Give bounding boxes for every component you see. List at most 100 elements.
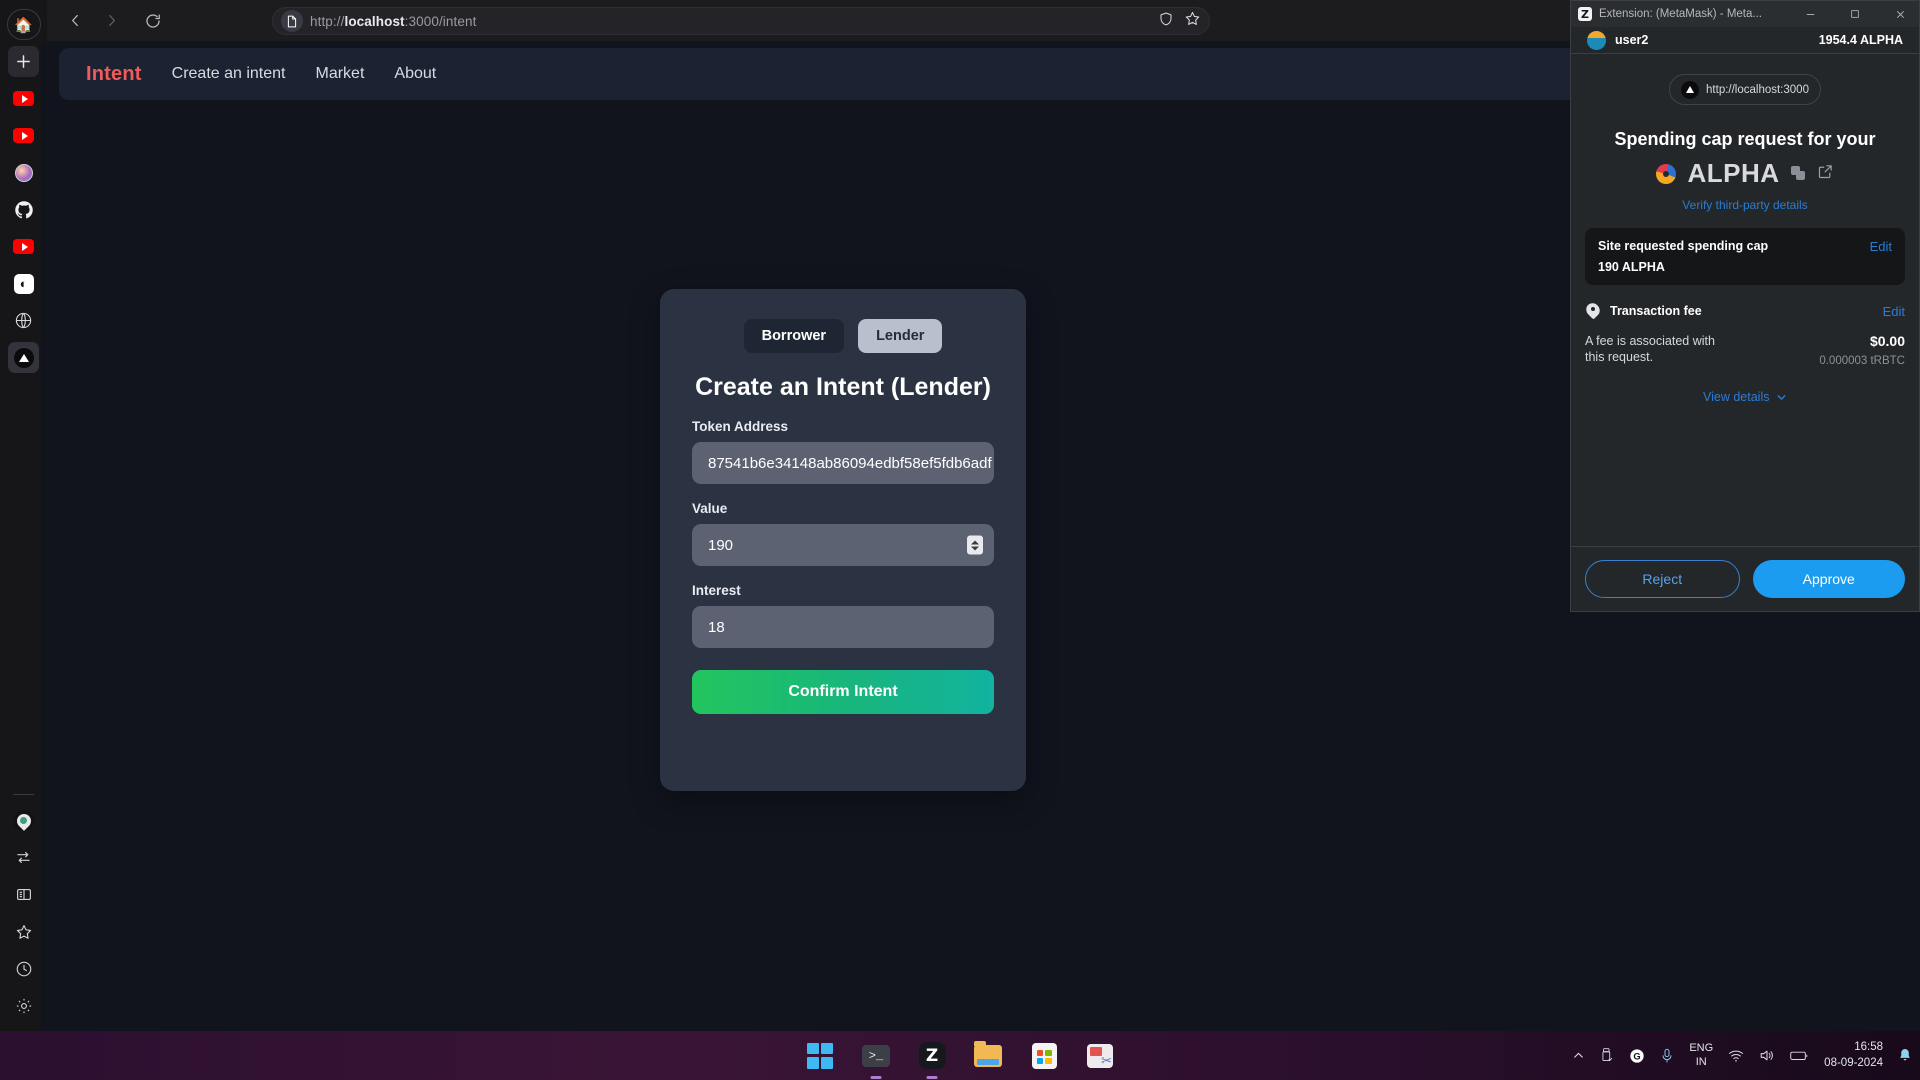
close-icon bbox=[1896, 10, 1904, 18]
verify-third-party-link[interactable]: Verify third-party details bbox=[1585, 198, 1905, 212]
minimize-button[interactable] bbox=[1791, 1, 1829, 27]
reject-button[interactable]: Reject bbox=[1585, 560, 1740, 598]
youtube-icon bbox=[13, 91, 34, 106]
battery-tray-icon[interactable] bbox=[1790, 1049, 1809, 1062]
page-title[interactable]: Intent bbox=[86, 63, 142, 86]
confirm-intent-button[interactable]: Confirm Intent bbox=[692, 670, 994, 715]
chevron-up-icon bbox=[1574, 1052, 1584, 1058]
clock[interactable]: 16:58 08-09-2024 bbox=[1824, 1040, 1883, 1071]
language-indicator[interactable]: ENG IN bbox=[1689, 1042, 1713, 1070]
sidebar-item-profile[interactable] bbox=[8, 157, 39, 188]
taskbar-snipping-tool[interactable] bbox=[1085, 1041, 1115, 1071]
shield-icon[interactable] bbox=[1158, 11, 1174, 32]
taskbar-start-button[interactable] bbox=[805, 1041, 835, 1071]
nav-link-market[interactable]: Market bbox=[316, 65, 365, 83]
token-address-input[interactable]: 87541b6e34148ab86094edbf58ef5fdb6adf bbox=[692, 442, 994, 485]
sidebar-item-openai[interactable]: ◐ bbox=[8, 268, 39, 299]
taskbar-apps: >_ Z bbox=[805, 1031, 1115, 1080]
sidebar-item-sync[interactable] bbox=[8, 842, 39, 873]
browser-sidebar: 🏠 ◐ bbox=[0, 0, 47, 1031]
split-view-icon bbox=[16, 888, 31, 901]
metamask-account-row[interactable]: user2 1954.4 ALPHA bbox=[1571, 27, 1919, 54]
sidebar-item-new-tab[interactable] bbox=[8, 46, 39, 77]
sidebar-item-settings[interactable] bbox=[8, 990, 39, 1021]
view-details-button[interactable]: View details bbox=[1585, 390, 1905, 404]
volume-tray-icon[interactable] bbox=[1759, 1048, 1775, 1063]
value-label: Value bbox=[692, 501, 728, 517]
quantity-stepper[interactable] bbox=[967, 535, 983, 555]
openai-icon: ◐ bbox=[13, 273, 34, 294]
sidebar-item-bookmarks[interactable] bbox=[8, 916, 39, 947]
taskbar-microsoft-store[interactable] bbox=[1029, 1041, 1059, 1071]
metamask-window-title: Extension: (MetaMask) - Meta... bbox=[1599, 8, 1762, 20]
clock-date: 08-09-2024 bbox=[1824, 1056, 1883, 1069]
interest-input[interactable]: 18 bbox=[692, 606, 994, 649]
nav-link-create-an-intent[interactable]: Create an intent bbox=[172, 65, 286, 83]
bookmark-star-icon[interactable] bbox=[1184, 10, 1201, 32]
transaction-fee-native: 0.000003 tRBTC bbox=[1819, 355, 1905, 367]
taskbar-file-explorer[interactable] bbox=[973, 1040, 1003, 1071]
grammarly-tray-icon[interactable]: G bbox=[1629, 1048, 1645, 1064]
transaction-fee-section: Transaction fee Edit A fee is associated… bbox=[1585, 303, 1905, 370]
value-input[interactable]: 190 bbox=[692, 524, 994, 567]
youtube-icon bbox=[13, 239, 34, 254]
sidebar-item-history[interactable] bbox=[8, 953, 39, 984]
microphone-tray-icon[interactable] bbox=[1660, 1048, 1674, 1064]
chevron-right-icon bbox=[108, 14, 115, 27]
maximize-button[interactable] bbox=[1836, 1, 1874, 27]
back-button[interactable] bbox=[59, 5, 91, 37]
reload-button[interactable] bbox=[137, 5, 169, 37]
approve-button[interactable]: Approve bbox=[1752, 560, 1905, 598]
nav-link-about[interactable]: About bbox=[394, 65, 436, 83]
sidebar-item-home[interactable]: 🏠 bbox=[6, 9, 41, 40]
account-name: user2 bbox=[1615, 33, 1649, 47]
role-tab-lender[interactable]: Lender bbox=[858, 319, 943, 353]
taskbar-terminal[interactable]: >_ bbox=[861, 1041, 891, 1079]
usb-tray-icon[interactable] bbox=[1600, 1048, 1614, 1063]
taskbar-zen-browser[interactable]: Z bbox=[917, 1041, 947, 1079]
wifi-tray-icon[interactable] bbox=[1728, 1049, 1744, 1063]
windows-taskbar: >_ Z ✂ G ENG IN 16:58 08-09-2024 bbox=[0, 1031, 1920, 1080]
windows-logo-icon bbox=[807, 1042, 833, 1069]
close-button[interactable] bbox=[1881, 1, 1919, 27]
avatar-icon bbox=[14, 163, 33, 182]
zen-favicon-icon: Z bbox=[1578, 7, 1592, 21]
account-balance: 1954.4 ALPHA bbox=[1818, 33, 1903, 47]
sidebar-item-localhost[interactable] bbox=[8, 342, 39, 373]
plus-icon bbox=[17, 55, 30, 68]
sidebar-item-youtube-1[interactable] bbox=[8, 83, 39, 114]
forward-button[interactable] bbox=[95, 5, 127, 37]
desktop: 🏠 ◐ http://localhost:3000/intent Intent … bbox=[0, 0, 1920, 1080]
sidebar-item-web[interactable] bbox=[8, 305, 39, 336]
wifi-icon bbox=[1729, 1050, 1744, 1062]
sidebar-item-youtube-3[interactable] bbox=[8, 231, 39, 262]
request-heading: Spending cap request for your bbox=[1614, 129, 1876, 149]
sidebar-item-split-view[interactable] bbox=[8, 879, 39, 910]
sidebar-item-github[interactable] bbox=[8, 194, 39, 225]
external-link-icon[interactable] bbox=[1817, 163, 1834, 185]
chevron-down-icon bbox=[1777, 394, 1786, 400]
metamask-popup-window: Z Extension: (MetaMask) - Meta... user2 … bbox=[1570, 0, 1920, 612]
triangle-icon bbox=[13, 347, 34, 368]
copy-icon[interactable] bbox=[1790, 166, 1806, 181]
gear-icon bbox=[16, 998, 31, 1013]
terminal-icon: >_ bbox=[862, 1044, 890, 1067]
clock-time: 16:58 bbox=[1854, 1040, 1883, 1053]
url-text: http://localhost:3000/intent bbox=[310, 13, 477, 29]
star-icon bbox=[16, 924, 31, 939]
sidebar-item-youtube-2[interactable] bbox=[8, 120, 39, 151]
interest-label: Interest bbox=[692, 583, 741, 599]
notification-button[interactable] bbox=[1898, 1048, 1912, 1063]
address-bar[interactable]: http://localhost:3000/intent bbox=[272, 7, 1210, 35]
metamask-titlebar: Z Extension: (MetaMask) - Meta... bbox=[1571, 1, 1919, 27]
globe-icon bbox=[15, 312, 32, 329]
tray-overflow-button[interactable] bbox=[1572, 1049, 1585, 1062]
role-tab-borrower[interactable]: Borrower bbox=[743, 319, 845, 353]
token-address-label: Token Address bbox=[692, 419, 789, 435]
transaction-fee-description: A fee is associated with this request. bbox=[1585, 334, 1715, 365]
card-title: Create an Intent (Lender) bbox=[695, 373, 991, 401]
sidebar-item-location-profile[interactable] bbox=[8, 805, 39, 836]
transaction-fee-edit-button[interactable]: Edit bbox=[1883, 304, 1905, 319]
origin-url: http://localhost:3000 bbox=[1706, 83, 1809, 96]
spending-cap-edit-button[interactable]: Edit bbox=[1870, 239, 1892, 254]
